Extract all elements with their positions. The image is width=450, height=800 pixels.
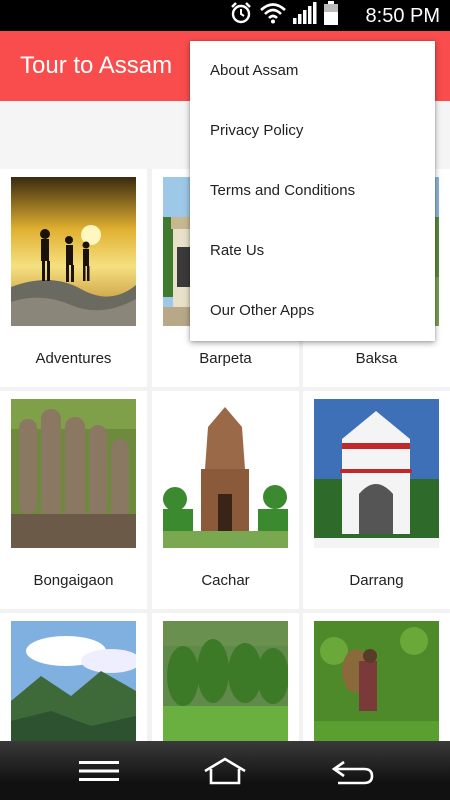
menu-item-terms[interactable]: Terms and Conditions (190, 161, 435, 221)
wifi-icon (260, 2, 286, 29)
grid-item-bongaigaon[interactable]: Bongaigaon (0, 391, 147, 609)
bongaigaon-image (11, 399, 136, 548)
grid-item-mountains[interactable] (0, 613, 147, 741)
status-icons (229, 1, 338, 30)
menu-icon (79, 761, 119, 781)
grid-item-label: Cachar (201, 572, 250, 589)
menu-item-other-apps[interactable]: Our Other Apps (190, 281, 435, 341)
menu-item-privacy-policy[interactable]: Privacy Policy (190, 101, 435, 161)
grid-item-darrang[interactable]: Darrang (303, 391, 450, 609)
adventures-image (11, 177, 136, 326)
menu-item-about-assam[interactable]: About Assam (190, 41, 435, 101)
menu-button[interactable] (76, 755, 122, 787)
signal-icon (293, 2, 317, 29)
grid-item-tea-garden[interactable] (303, 613, 450, 741)
darrang-image (314, 399, 439, 548)
back-button[interactable] (330, 755, 376, 787)
grid-item-label: Bongaigaon (33, 572, 114, 589)
home-icon (204, 757, 246, 785)
grid-item-label: Darrang (349, 572, 404, 589)
home-button[interactable] (202, 755, 248, 787)
app-title: Tour to Assam (20, 52, 173, 79)
fields-image (163, 621, 288, 741)
cachar-image (163, 399, 288, 548)
status-time: 8:50 PM (365, 5, 440, 27)
mountains-image (11, 621, 136, 741)
back-icon (331, 760, 374, 785)
battery-icon (324, 1, 338, 30)
overflow-menu: About Assam Privacy Policy Terms and Con… (190, 41, 435, 341)
alarm-icon (229, 1, 253, 30)
status-bar: 8:50 PM (0, 0, 450, 31)
grid-item-cachar[interactable]: Cachar (152, 391, 299, 609)
grid-item-fields[interactable] (152, 613, 299, 741)
tea-garden-image (314, 621, 439, 741)
grid-item-adventures[interactable]: Adventures (0, 169, 147, 387)
navigation-bar (0, 741, 450, 800)
menu-item-rate-us[interactable]: Rate Us (190, 221, 435, 281)
grid-item-label: Barpeta (199, 350, 252, 367)
grid-item-label: Adventures (35, 350, 112, 367)
grid-item-label: Baksa (355, 350, 398, 367)
